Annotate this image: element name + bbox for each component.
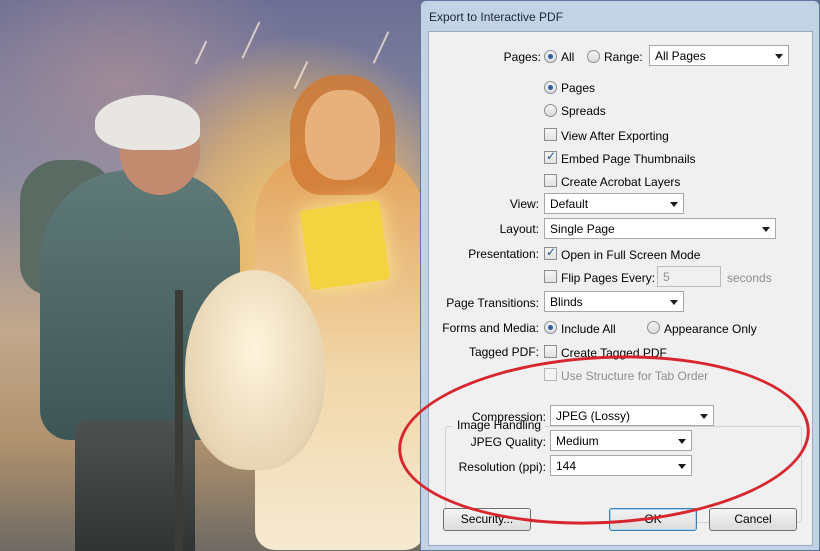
resolution-select-value: 144 bbox=[556, 459, 577, 473]
transitions-select[interactable]: Blinds bbox=[544, 291, 684, 312]
dialog-title: Export to Interactive PDF bbox=[429, 10, 564, 24]
pages-radio[interactable] bbox=[544, 81, 557, 94]
walking-staff bbox=[175, 290, 183, 551]
use-structure-checkbox[interactable] bbox=[544, 368, 557, 381]
background-illustration bbox=[0, 0, 430, 551]
create-tagged-label: Create Tagged PDF bbox=[561, 346, 667, 360]
include-all-radio[interactable] bbox=[544, 321, 557, 334]
chevron-down-icon bbox=[700, 414, 708, 419]
embed-thumbnails-checkbox[interactable] bbox=[544, 149, 557, 164]
full-screen-label: Open in Full Screen Mode bbox=[561, 248, 701, 262]
range-select-value: All Pages bbox=[655, 49, 706, 63]
layout-select-value: Single Page bbox=[550, 222, 615, 236]
security-button[interactable]: Security... bbox=[443, 508, 531, 531]
pages-range-label: Range: bbox=[604, 50, 643, 64]
ok-button[interactable]: OK bbox=[609, 508, 697, 531]
seconds-label: seconds bbox=[727, 271, 772, 285]
view-after-exporting-checkbox[interactable] bbox=[544, 128, 557, 141]
tagged-label: Tagged PDF: bbox=[468, 345, 539, 359]
pages-option-label: Pages bbox=[561, 81, 596, 95]
compression-label: Compression: bbox=[471, 410, 546, 424]
appearance-only-radio[interactable] bbox=[647, 321, 660, 334]
chevron-down-icon bbox=[670, 202, 678, 207]
pages-all-radio[interactable] bbox=[544, 50, 557, 63]
embed-thumbnails-label: Embed Page Thumbnails bbox=[561, 152, 696, 166]
view-label-text: View: bbox=[509, 197, 539, 211]
resolution-label: Resolution (ppi): bbox=[458, 460, 546, 474]
resolution-select[interactable]: 144 bbox=[550, 455, 692, 476]
flip-seconds-input[interactable]: 5 bbox=[657, 266, 721, 287]
appearance-only-label: Appearance Only bbox=[664, 322, 757, 336]
chevron-down-icon bbox=[678, 439, 686, 444]
woman-head bbox=[305, 90, 380, 180]
create-tagged-checkbox[interactable] bbox=[544, 345, 557, 358]
flip-pages-checkbox[interactable] bbox=[544, 270, 557, 283]
layout-label: Layout: bbox=[499, 222, 539, 236]
pages-all-label: All bbox=[561, 50, 575, 64]
cloth-sack bbox=[185, 270, 325, 470]
chevron-down-icon bbox=[762, 227, 770, 232]
compression-select[interactable]: JPEG (Lossy) bbox=[550, 405, 714, 426]
view-after-exporting-label: View After Exporting bbox=[561, 129, 669, 143]
spark-stroke bbox=[372, 31, 390, 64]
view-select-value: Default bbox=[550, 197, 589, 211]
golden-book bbox=[299, 199, 391, 291]
jpeg-quality-select-value: Medium bbox=[556, 434, 599, 448]
spark-stroke bbox=[241, 21, 261, 59]
chevron-down-icon bbox=[775, 54, 783, 59]
chevron-down-icon bbox=[678, 464, 686, 469]
pages-label: Pages: bbox=[503, 50, 541, 64]
spark-stroke bbox=[293, 60, 309, 90]
spreads-radio[interactable] bbox=[544, 104, 557, 117]
create-layers-checkbox[interactable] bbox=[544, 174, 557, 187]
flip-pages-label: Flip Pages Every: bbox=[561, 271, 656, 285]
dialog-body: Pages: All Range: All Pages Pages Spread… bbox=[428, 31, 813, 546]
flip-seconds-value: 5 bbox=[663, 270, 670, 284]
cancel-button[interactable]: Cancel bbox=[709, 508, 797, 531]
view-label: View: bbox=[479, 197, 539, 211]
jpeg-quality-select[interactable]: Medium bbox=[550, 430, 692, 451]
chevron-down-icon bbox=[670, 300, 678, 305]
create-layers-label: Create Acrobat Layers bbox=[561, 175, 681, 189]
presentation-label: Presentation: bbox=[468, 247, 539, 261]
spreads-option-label: Spreads bbox=[561, 104, 606, 118]
range-select[interactable]: All Pages bbox=[649, 45, 789, 66]
transitions-select-value: Blinds bbox=[550, 295, 583, 309]
full-screen-checkbox[interactable] bbox=[544, 245, 557, 260]
layout-select[interactable]: Single Page bbox=[544, 218, 776, 239]
use-structure-label: Use Structure for Tab Order bbox=[561, 369, 709, 383]
include-all-label: Include All bbox=[561, 322, 616, 336]
export-dialog: Export to Interactive PDF Pages: All Ran… bbox=[420, 0, 820, 551]
jpeg-quality-label: JPEG Quality: bbox=[470, 435, 546, 449]
spark-stroke bbox=[194, 40, 208, 65]
pages-range-radio[interactable] bbox=[587, 50, 600, 63]
view-select[interactable]: Default bbox=[544, 193, 684, 214]
old-man-hair bbox=[95, 95, 200, 150]
compression-select-value: JPEG (Lossy) bbox=[556, 409, 631, 423]
title-bar[interactable]: Export to Interactive PDF bbox=[421, 1, 819, 31]
transitions-label: Page Transitions: bbox=[446, 296, 539, 310]
forms-label: Forms and Media: bbox=[442, 321, 539, 335]
